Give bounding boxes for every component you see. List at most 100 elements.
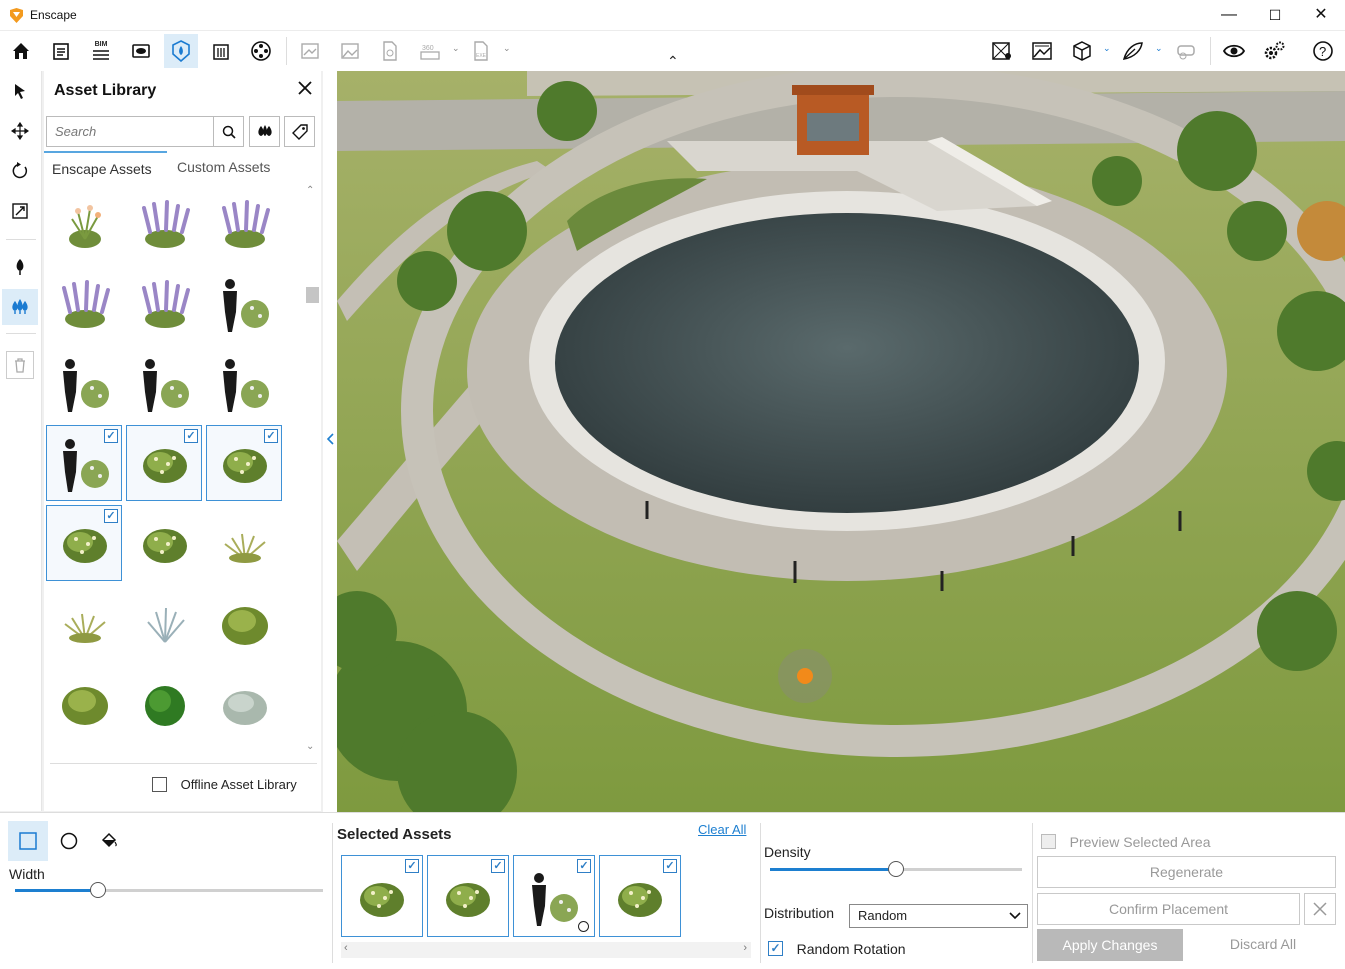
maximize-button[interactable]: ☐ [1252,0,1298,30]
tab-custom-assets[interactable]: Custom Assets [169,151,287,183]
asset-tile[interactable] [46,585,122,661]
select-tool[interactable] [2,73,38,109]
selected-assets-scrollbar[interactable]: ‹ › [341,942,751,958]
screenshot-button[interactable] [293,34,327,68]
close-window-button[interactable]: ✕ [1298,0,1344,30]
rectangle-brush-button[interactable] [8,821,48,861]
offline-library-toggle[interactable]: Offline Asset Library [152,776,297,793]
clear-all-link[interactable]: Clear All [698,822,746,837]
asset-tile[interactable] [46,185,122,261]
collapse-caret-icon[interactable]: ⌃ [667,53,679,70]
web-standalone-button[interactable] [373,34,407,68]
delete-tool[interactable] [2,347,38,383]
rotate-tool[interactable] [2,153,38,189]
panorama-button[interactable]: 360 [413,34,447,68]
distribution-select[interactable]: Random [849,904,1028,928]
views-button[interactable] [124,34,158,68]
filter-category-button[interactable] [249,116,280,147]
asset-select-checkbox[interactable]: ✓ [184,429,198,443]
capture-visibility-button[interactable] [1217,34,1251,68]
density-slider[interactable] [770,861,1022,877]
scroll-left-icon[interactable]: ‹ [344,942,348,954]
selected-asset-tile[interactable]: ✓ [341,855,423,937]
help-button[interactable]: ? [1306,34,1340,68]
bim-button[interactable]: BIM [84,34,118,68]
selected-asset-checkbox[interactable]: ✓ [405,859,419,873]
asset-tile[interactable] [206,745,282,757]
selected-asset-tile[interactable]: ✓ [427,855,509,937]
site-context-button[interactable] [985,34,1019,68]
material-editor-button[interactable] [204,34,238,68]
tab-enscape-assets[interactable]: Enscape Assets [44,151,167,183]
cancel-placement-button[interactable] [1304,893,1336,925]
chevron-down-icon[interactable]: ⌄ [503,43,511,54]
chevron-down-icon[interactable]: ⌄ [452,43,460,54]
asset-tile[interactable] [206,665,282,741]
asset-tile[interactable] [126,745,202,757]
fill-brush-button[interactable] [92,825,126,857]
asset-library-button[interactable] [164,34,198,68]
selected-asset-checkbox[interactable]: ✓ [577,859,591,873]
asset-tile[interactable] [206,505,282,581]
settings-button[interactable] [1257,34,1291,68]
selected-asset-checkbox[interactable]: ✓ [663,859,677,873]
chevron-down-icon[interactable]: ⌄ [1103,43,1111,54]
discard-all-button[interactable]: Discard All [1190,936,1336,952]
circle-brush-button[interactable] [52,825,86,857]
tag-filter-button[interactable] [284,116,315,147]
asset-tile[interactable] [206,585,282,661]
asset-tile[interactable]: ✓ [46,505,122,581]
random-rotation-toggle[interactable]: ✓ Random Rotation [768,940,906,957]
home-button[interactable] [4,34,38,68]
regenerate-button[interactable]: Regenerate [1037,856,1336,888]
move-tool[interactable] [2,113,38,149]
scroll-up-icon[interactable]: ⌃ [306,185,314,196]
scrollbar-thumb[interactable] [306,287,319,303]
width-slider[interactable] [15,882,323,898]
density-slider-knob[interactable] [888,861,904,877]
preview-area-checkbox[interactable] [1041,834,1056,850]
asset-tile[interactable] [206,185,282,261]
video-editor-button[interactable] [244,34,278,68]
brush-placement-tool[interactable] [2,289,38,325]
asset-select-checkbox[interactable]: ✓ [104,509,118,523]
atmosphere-button[interactable] [1025,34,1059,68]
asset-grid-scrollbar[interactable]: ⌃ ⌄ [305,185,319,757]
preview-area-toggle[interactable]: Preview Selected Area [1041,833,1210,850]
scroll-down-icon[interactable]: ⌄ [306,741,314,752]
minimize-button[interactable]: — [1206,0,1252,30]
confirm-placement-button[interactable]: Confirm Placement [1037,893,1300,925]
rendering-style-button[interactable] [1116,34,1150,68]
place-asset-tool[interactable] [2,249,38,285]
chevron-left-icon[interactable] [326,433,334,445]
asset-select-checkbox[interactable]: ✓ [264,429,278,443]
asset-tile[interactable] [126,185,202,261]
project-notes-button[interactable] [44,34,78,68]
batch-render-button[interactable] [333,34,367,68]
chevron-down-icon[interactable]: ⌄ [1155,43,1163,54]
asset-tile[interactable] [46,265,122,341]
asset-tile[interactable] [126,345,202,421]
selected-asset-checkbox[interactable]: ✓ [491,859,505,873]
asset-tile[interactable]: ✓ [126,425,202,501]
render-viewport[interactable] [337,71,1345,812]
scroll-right-icon[interactable]: › [743,942,747,954]
asset-tile[interactable] [126,585,202,661]
vr-headset-button[interactable] [1168,34,1202,68]
asset-select-checkbox[interactable]: ✓ [104,429,118,443]
search-button[interactable] [213,116,244,147]
width-slider-knob[interactable] [90,882,106,898]
export-exe-button[interactable]: EXE [464,34,498,68]
asset-tile[interactable] [126,265,202,341]
selected-asset-tile[interactable]: ✓ [513,855,595,937]
asset-tile[interactable] [46,745,122,757]
apply-changes-button[interactable]: Apply Changes [1037,929,1183,961]
asset-tile[interactable] [46,665,122,741]
asset-tile[interactable] [126,505,202,581]
panel-collapse-strip[interactable] [323,71,337,812]
asset-tile[interactable] [46,345,122,421]
search-input[interactable]: Search [46,116,214,147]
scale-tool[interactable] [2,193,38,229]
asset-tile[interactable] [206,345,282,421]
close-panel-button[interactable] [297,79,313,102]
